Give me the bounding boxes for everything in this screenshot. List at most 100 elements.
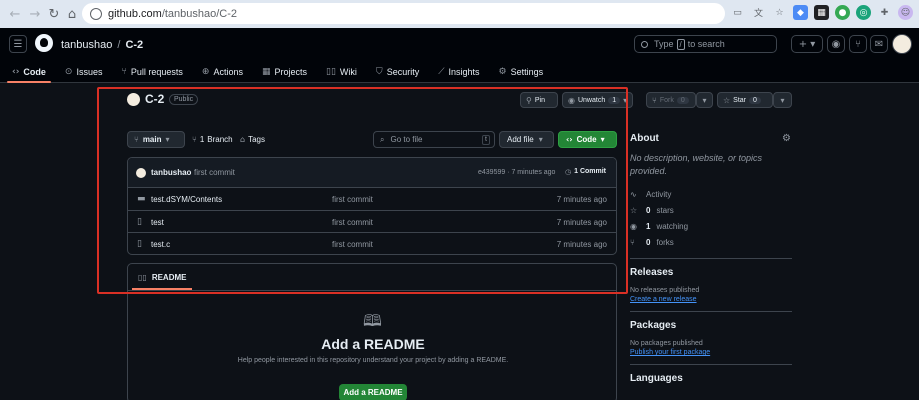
inbox-button[interactable]: ✉ <box>870 35 888 53</box>
extensions-puzzle-icon[interactable]: ✚ <box>877 5 892 20</box>
file-name[interactable]: test.dSYM/Contents <box>151 195 222 204</box>
star-bookmark-icon[interactable]: ☆ <box>772 5 787 20</box>
commit-message[interactable]: first commit <box>194 168 235 177</box>
extension-blue-icon[interactable]: ◆ <box>793 5 808 20</box>
tab-code[interactable]: ‹› Code <box>5 61 53 83</box>
back-arrow-icon[interactable]: ← <box>6 5 24 23</box>
repo-link[interactable]: C-2 <box>125 39 143 51</box>
table-row[interactable]: ▬ test.dSYM/Contents first commit 7 minu… <box>128 188 616 211</box>
code-icon: ‹› <box>566 135 573 144</box>
extension-dark-icon[interactable]: ▦ <box>814 5 829 20</box>
branch-selector[interactable]: ⑂ main ▾ <box>127 131 185 148</box>
tab-wiki[interactable]: ▯▯ Wiki <box>319 61 364 83</box>
forks-link[interactable]: ⑂ 0 forks <box>630 234 800 250</box>
folder-icon: ▬ <box>137 194 146 204</box>
site-info-icon[interactable] <box>90 7 102 20</box>
owner-link[interactable]: tanbushao <box>61 39 112 51</box>
commit-sha-time[interactable]: e439599 · 7 minutes ago <box>478 169 555 176</box>
tags-label: Tags <box>248 135 265 144</box>
go-to-file-input[interactable]: ⌕ Go to file t <box>373 131 495 148</box>
chevron-down-icon: ▾ <box>600 135 605 144</box>
issues-button[interactable]: ◉ <box>827 35 845 53</box>
tab-projects[interactable]: ▦ Projects <box>255 61 314 83</box>
translate-icon[interactable]: 文 <box>751 5 766 20</box>
activity-link[interactable]: ∿ Activity <box>630 186 800 202</box>
book-icon: ▯▯ <box>326 67 336 77</box>
home-icon[interactable]: ⌂ <box>63 5 81 23</box>
gear-icon[interactable]: ⚙ <box>782 133 791 144</box>
activity-label: Activity <box>646 189 672 199</box>
publish-package-link[interactable]: Publish your first package <box>630 349 800 356</box>
fork-button[interactable]: ⑂ Fork 0 <box>646 92 696 108</box>
file-icon: ▯ <box>137 239 142 249</box>
go-to-file-shortcut: t <box>482 135 490 145</box>
readme-tab[interactable]: ▯▯ README <box>132 264 193 290</box>
releases-empty: No releases published <box>630 287 700 294</box>
cast-icon[interactable]: ▭ <box>730 5 745 20</box>
pull-requests-button[interactable]: ⑂ <box>849 35 867 53</box>
watching-count: 1 <box>646 221 651 231</box>
star-menu-button[interactable]: ▾ <box>773 92 792 108</box>
tab-label: Security <box>386 67 420 77</box>
go-to-file-placeholder: Go to file <box>390 135 423 144</box>
forward-arrow-icon[interactable]: → <box>26 5 44 23</box>
fork-menu-button[interactable]: ▾ <box>696 92 713 108</box>
address-bar[interactable]: github.com/tanbushao/C-2 <box>82 3 725 24</box>
code-button[interactable]: ‹› Code ▾ <box>558 131 617 148</box>
create-new-button[interactable]: + ▾ <box>791 35 823 53</box>
profile-icon[interactable]: ☺ <box>898 5 913 20</box>
commit-count-link[interactable]: ◷ 1 Commit <box>565 168 606 176</box>
owner-avatar <box>127 93 140 106</box>
releases-title[interactable]: Releases <box>630 267 800 278</box>
reload-icon[interactable]: ↻ <box>45 5 63 23</box>
tags-link[interactable]: ⌂ Tags <box>240 135 265 144</box>
file-name[interactable]: test <box>151 218 164 227</box>
divider <box>630 311 792 312</box>
github-logo-icon[interactable] <box>35 34 53 52</box>
search-label: Type <box>654 39 674 49</box>
table-row[interactable]: ▯ test.c first commit 7 minutes ago <box>128 233 616 254</box>
file-name[interactable]: test.c <box>151 240 170 249</box>
pin-button[interactable]: ⚲ Pin <box>520 92 558 108</box>
pin-icon: ⚲ <box>526 95 532 105</box>
stars-link[interactable]: ☆ 0 stars <box>630 202 800 218</box>
add-readme-button[interactable]: Add a README <box>339 384 407 400</box>
extension-green-icon[interactable]: ● <box>835 5 850 20</box>
book-icon: 🕮 <box>363 311 382 330</box>
about-description: No description, website, or topics provi… <box>630 153 763 176</box>
repo-title[interactable]: C-2 <box>145 92 164 106</box>
star-button[interactable]: ☆ Star 0 <box>717 92 773 108</box>
file-commit-message[interactable]: first commit <box>332 195 373 204</box>
breadcrumb-separator: / <box>117 39 121 51</box>
tab-settings[interactable]: ⚙ Settings <box>492 61 551 83</box>
search-suffix: to search <box>687 39 725 49</box>
extension-teal-icon[interactable]: ◎ <box>856 5 871 20</box>
file-commit-message[interactable]: first commit <box>332 218 373 227</box>
create-release-link[interactable]: Create a new release <box>630 296 800 303</box>
search-icon <box>641 40 648 48</box>
watching-link[interactable]: ◉ 1 watching <box>630 218 800 234</box>
avatar[interactable] <box>892 34 912 54</box>
search-input[interactable]: Type / to search <box>634 35 777 53</box>
packages-title[interactable]: Packages <box>630 320 800 331</box>
tab-security[interactable]: ⛉ Security <box>369 61 426 83</box>
divider <box>630 258 792 259</box>
play-icon: ⊕ <box>201 67 210 77</box>
tab-actions[interactable]: ⊕ Actions <box>195 61 250 83</box>
tab-pull-requests[interactable]: ⑂ Pull requests <box>114 61 189 83</box>
add-file-button[interactable]: Add file ▾ <box>499 131 554 148</box>
visibility-badge: Public <box>169 94 199 105</box>
divider <box>128 290 616 291</box>
tab-insights[interactable]: ⟋ Insights <box>431 61 486 83</box>
tab-issues[interactable]: ⊙ Issues <box>58 61 110 83</box>
branches-link[interactable]: ⑂ 1 Branch <box>192 135 233 144</box>
commit-count: 1 Commit <box>574 168 607 175</box>
branch-word: Branch <box>207 135 233 144</box>
commit-author[interactable]: tanbushao <box>151 168 191 177</box>
unwatch-button[interactable]: ◉ Unwatch 1 ▾ <box>562 92 633 108</box>
breadcrumb: tanbushao / C-2 <box>61 39 143 51</box>
file-commit-message[interactable]: first commit <box>332 240 373 249</box>
pull-request-icon: ⑂ <box>855 38 861 50</box>
table-row[interactable]: ▯ test first commit 7 minutes ago <box>128 211 616 233</box>
menu-icon[interactable]: ☰ <box>9 35 27 53</box>
